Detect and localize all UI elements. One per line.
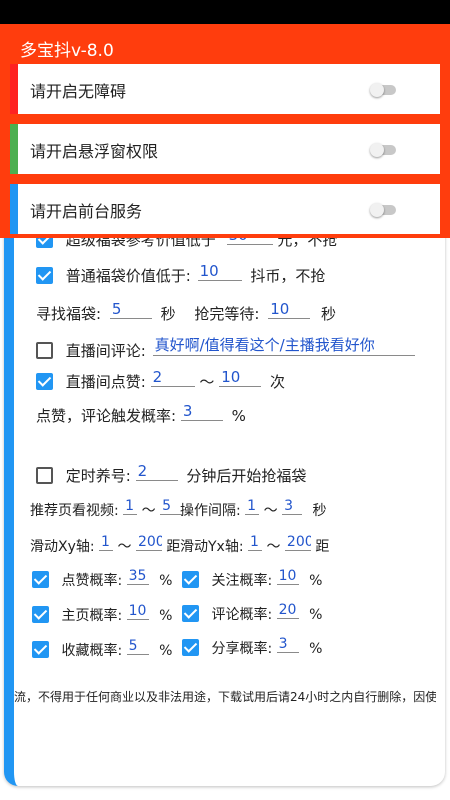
slide-yx-min-input[interactable]: 1 [248, 534, 263, 551]
home-prob-unit: % [159, 608, 173, 624]
slide-yx-row: 滑动Yx轴: 1 ～ 200 距 [180, 534, 329, 556]
like-separator: ～ [199, 373, 215, 391]
share-prob-label: 分享概率: [211, 641, 273, 657]
perm-label-accessibility: 请开启无障碍 [30, 82, 127, 101]
trigger-prob-label: 点赞，评论触发概率: [36, 407, 177, 425]
op-interval-label: 操作间隔: [180, 503, 241, 519]
perm-label-foreground: 请开启前台服务 [30, 202, 143, 221]
accessibility-toggle[interactable] [370, 83, 396, 97]
comment-prob-input[interactable]: 20 [276, 602, 299, 619]
normal-bag-row: 普通福袋价值低于: 10 抖币，不抢 [36, 262, 325, 286]
slide-yx-unit: 距 [315, 539, 330, 555]
follow-prob-input[interactable]: 10 [276, 568, 299, 585]
foreground-toggle[interactable] [370, 203, 396, 217]
wait-after-input[interactable]: 10 [268, 300, 311, 319]
disclaimer-text: 流，不得用于任何商业以及非法用途，下载试用后请24小时之内自行删除，因使用 [14, 690, 436, 704]
home-prob-label: 主页概率: [61, 608, 123, 624]
op-interval-min-input[interactable]: 1 [245, 498, 260, 515]
timed-nurture-input[interactable]: 2 [135, 462, 178, 481]
normal-bag-input[interactable]: 10 [197, 262, 242, 281]
share-prob-unit: % [309, 641, 323, 657]
comment-prob-label: 评论概率: [211, 607, 273, 623]
share-prob-input[interactable]: 3 [276, 636, 299, 653]
comment-row: 直播间评论: 真好啊/值得看这个/主播我看好你 [36, 334, 415, 361]
home-prob-input[interactable]: 10 [126, 603, 149, 620]
rec-video-max-input[interactable]: 5 [160, 498, 183, 515]
follow-prob-row: 关注概率: 10 % [182, 568, 322, 590]
like-prob-unit: % [159, 573, 173, 589]
comment-input[interactable]: 真好啊/值得看这个/主播我看好你 [152, 334, 415, 356]
slide-xy-unit: 距 [166, 539, 181, 555]
like-prob-row: 点赞概率: 35 % [32, 568, 172, 590]
perm-row-foreground[interactable]: 请开启前台服务 [10, 184, 440, 234]
find-wait-row: 寻找福袋: 5 秒 抢完等待: 10 秒 [36, 300, 336, 324]
slide-xy-max-input[interactable]: 200 [135, 534, 162, 551]
find-bag-input[interactable]: 5 [109, 300, 152, 319]
follow-prob-checkbox[interactable] [182, 571, 199, 588]
find-bag-label: 寻找福袋: [36, 305, 102, 323]
op-interval-separator: ～ [263, 503, 278, 519]
slide-xy-min-input[interactable]: 1 [99, 534, 114, 551]
like-prob-input[interactable]: 35 [126, 568, 149, 585]
timed-nurture-checkbox[interactable] [36, 467, 53, 484]
slide-yx-label: 滑动Yx轴: [180, 539, 244, 555]
fav-prob-label: 收藏概率: [61, 643, 123, 659]
comment-prob-checkbox[interactable] [182, 605, 199, 622]
home-prob-checkbox[interactable] [32, 606, 49, 623]
follow-prob-unit: % [309, 573, 323, 589]
normal-bag-suffix: 抖币，不抢 [250, 267, 326, 285]
comment-checkbox[interactable] [36, 342, 53, 359]
app-title: 多宝抖v-8.0 [20, 41, 114, 61]
slide-yx-max-input[interactable]: 200 [284, 534, 311, 551]
fav-prob-input[interactable]: 5 [126, 638, 149, 655]
like-checkbox[interactable] [36, 373, 53, 390]
fav-prob-checkbox[interactable] [32, 641, 49, 658]
trigger-prob-unit: % [231, 407, 246, 425]
comment-label: 直播间评论: [65, 342, 146, 360]
fav-prob-row: 收藏概率: 5 % [32, 638, 172, 660]
like-prob-label: 点赞概率: [61, 573, 123, 589]
perm-row-overlay[interactable]: 请开启悬浮窗权限 [10, 124, 440, 174]
share-prob-checkbox[interactable] [182, 639, 199, 656]
fav-prob-unit: % [159, 643, 173, 659]
like-row: 直播间点赞: 2 ～ 10 次 [36, 368, 285, 392]
home-prob-row: 主页概率: 10 % [32, 603, 172, 625]
like-label: 直播间点赞: [65, 373, 146, 391]
overlay-toggle[interactable] [370, 143, 396, 157]
op-interval-unit: 秒 [312, 503, 327, 519]
rec-video-row: 推荐页看视频: 1 ～ 5 [30, 498, 183, 520]
like-prob-checkbox[interactable] [32, 571, 49, 588]
timed-nurture-label: 定时养号: [65, 467, 131, 485]
like-max-input[interactable]: 10 [219, 368, 262, 387]
rec-video-min-input[interactable]: 1 [123, 498, 138, 515]
normal-bag-label: 普通福袋价值低于: [65, 267, 191, 285]
status-bar [0, 0, 450, 24]
slide-xy-separator: ～ [117, 539, 132, 555]
timed-nurture-row: 定时养号: 2 分钟后开始抢福袋 [36, 462, 306, 486]
op-interval-max-input[interactable]: 3 [282, 498, 303, 515]
perm-row-accessibility[interactable]: 请开启无障碍 [10, 64, 440, 114]
like-min-input[interactable]: 2 [150, 368, 195, 387]
share-prob-row: 分享概率: 3 % [182, 636, 322, 658]
rec-video-label: 推荐页看视频: [30, 503, 119, 519]
trigger-prob-row: 点赞，评论触发概率: 3 % [36, 402, 246, 426]
normal-bag-checkbox[interactable] [36, 267, 53, 284]
comment-prob-row: 评论概率: 20 % [182, 602, 322, 624]
trigger-prob-input[interactable]: 3 [180, 402, 223, 421]
wait-after-label: 抢完等待: [194, 305, 260, 323]
slide-xy-row: 滑动Xy轴: 1 ～ 200 距 [30, 534, 180, 556]
slide-yx-separator: ～ [266, 539, 281, 555]
find-bag-unit: 秒 [160, 305, 176, 323]
wait-after-unit: 秒 [321, 305, 337, 323]
comment-prob-unit: % [309, 607, 323, 623]
slide-xy-label: 滑动Xy轴: [30, 539, 95, 555]
op-interval-row: 操作间隔: 1 ～ 3 秒 [180, 498, 327, 520]
permission-overlay: 多宝抖v-8.0 请开启无障碍 请开启悬浮窗权限 请开启前台服务 [0, 24, 450, 238]
rec-video-separator: ～ [141, 503, 156, 519]
perm-label-overlay: 请开启悬浮窗权限 [30, 142, 159, 161]
timed-nurture-suffix: 分钟后开始抢福袋 [186, 467, 307, 485]
like-unit: 次 [269, 373, 285, 391]
follow-prob-label: 关注概率: [211, 573, 273, 589]
